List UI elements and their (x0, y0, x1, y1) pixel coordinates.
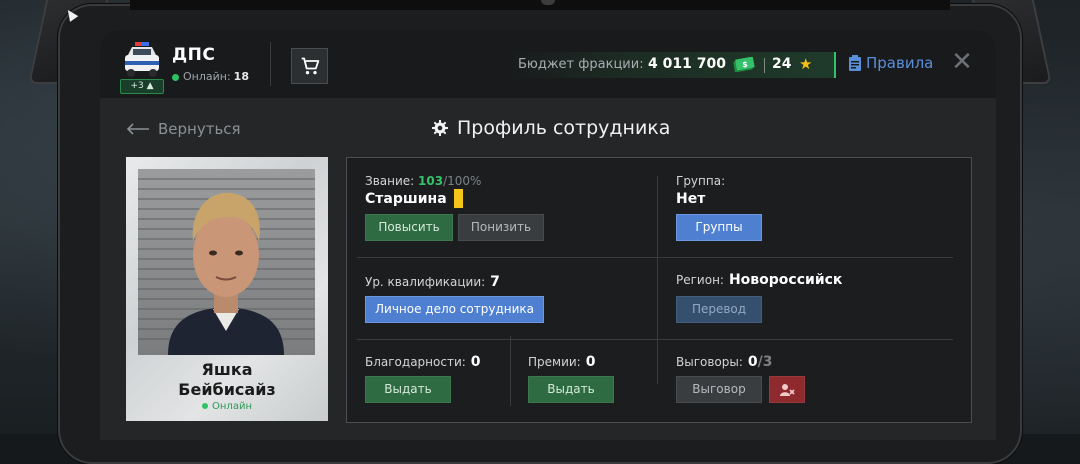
money-icon: $ (733, 57, 755, 72)
faction-name: ДПС (172, 45, 216, 65)
faction-budget: Бюджет фракции: 4 011 700 $ 24 ★ (504, 52, 836, 78)
group-value: Нет (676, 191, 706, 207)
give-bonus-button[interactable]: Выдать (528, 376, 614, 403)
give-thanks-button[interactable]: Выдать (365, 376, 451, 403)
bonuses-row: Премии: 0 (528, 354, 595, 370)
stars-value: 24 (772, 56, 792, 72)
thanks-row: Благодарности: 0 (365, 354, 481, 370)
back-button[interactable]: Вернуться (126, 120, 241, 138)
header-divider (270, 42, 271, 86)
employee-status: Онлайн (126, 401, 328, 412)
bonuses-value: 0 (585, 354, 596, 370)
employee-name: Яшка Бейбисайз (126, 360, 328, 400)
reprimands-value: 0 (747, 354, 758, 370)
cart-icon (301, 57, 319, 75)
badge-count: +3 (130, 81, 144, 91)
region-row: Регион: Новороссийск (676, 272, 842, 288)
groups-button[interactable]: Группы (676, 214, 762, 241)
employee-photo-card: Яшка Бейбисайз Онлайн (126, 157, 328, 421)
employee-info-panel: Звание: 103/100% Старшина Повысить Пониз… (346, 157, 972, 423)
rank-progress: 103 (418, 174, 444, 188)
qualification-value: 7 (490, 274, 500, 290)
rank-flag-icon (454, 189, 463, 208)
demote-button[interactable]: Понизить (458, 214, 544, 241)
remove-reprimand-button[interactable] (769, 376, 805, 403)
rules-label: Правила (866, 54, 934, 72)
rank-label: Звание: (365, 174, 415, 188)
budget-divider (764, 58, 765, 73)
star-icon: ★ (799, 55, 813, 73)
panel-divider-vertical (657, 176, 658, 384)
panel-divider-horizontal (357, 257, 953, 258)
clipboard-icon (849, 55, 861, 71)
online-label: Онлайн: (183, 70, 231, 83)
arrow-left-icon (126, 123, 149, 135)
panel-divider-horizontal (357, 339, 953, 340)
mugshot-height-chart (138, 178, 315, 355)
bonuses-label: Премии: (528, 355, 581, 369)
employee-first-name: Яшка (201, 360, 253, 379)
rank-name: Старшина (365, 191, 447, 207)
svg-text:$: $ (742, 60, 748, 69)
qualification-label: Ур. квалификации: (365, 275, 486, 289)
budget-value: 4 011 700 (648, 56, 726, 72)
employee-last-name: Бейбисайз (178, 380, 276, 399)
reprimands-label: Выговоры: (676, 355, 743, 369)
reprimands-row: Выговоры: 0/3 (676, 354, 773, 370)
faction-badge: +3 ▲ (120, 79, 164, 94)
personal-file-button[interactable]: Личное дело сотрудника (365, 296, 544, 323)
transfer-button[interactable]: Перевод (676, 296, 762, 323)
online-dot-icon (202, 403, 209, 409)
panel-divider-vertical-small (510, 336, 511, 406)
shop-cart-button[interactable] (291, 48, 328, 84)
tablet-screen: +3 ▲ ДПС Онлайн: 18 Бюджет фракции: 4 011… (100, 30, 996, 440)
qualification-row: Ур. квалификации: 7 (365, 274, 500, 290)
region-label: Регион: (676, 273, 724, 287)
promote-button[interactable]: Повысить (365, 214, 453, 241)
back-label: Вернуться (158, 120, 241, 138)
tablet-top-bar (130, 0, 950, 10)
region-value: Новороссийск (728, 272, 843, 288)
rank-row: Звание: 103/100% (365, 174, 481, 188)
reprimand-button[interactable]: Выговор (676, 376, 762, 403)
employee-status-text: Онлайн (212, 401, 252, 412)
group-label: Группа: (676, 174, 726, 188)
online-status: Онлайн: 18 (172, 70, 249, 83)
remove-user-icon (780, 383, 795, 396)
thanks-value: 0 (470, 354, 481, 370)
employee-photo (138, 169, 315, 355)
online-dot-icon (172, 73, 179, 81)
faction-header: +3 ▲ ДПС Онлайн: 18 Бюджет фракции: 4 011… (100, 30, 996, 98)
gear-icon (432, 120, 448, 136)
reprimands-max: /3 (757, 354, 773, 370)
rank-progress-max: /100% (443, 174, 482, 188)
online-count: 18 (233, 70, 249, 83)
page-title-text: Профиль сотрудника (457, 117, 671, 139)
thanks-label: Благодарности: (365, 355, 466, 369)
page-title: Профиль сотрудника (432, 117, 670, 139)
close-icon[interactable]: ✕ (950, 49, 974, 75)
budget-label: Бюджет фракции: (518, 57, 644, 72)
rules-link[interactable]: Правила (849, 54, 933, 72)
